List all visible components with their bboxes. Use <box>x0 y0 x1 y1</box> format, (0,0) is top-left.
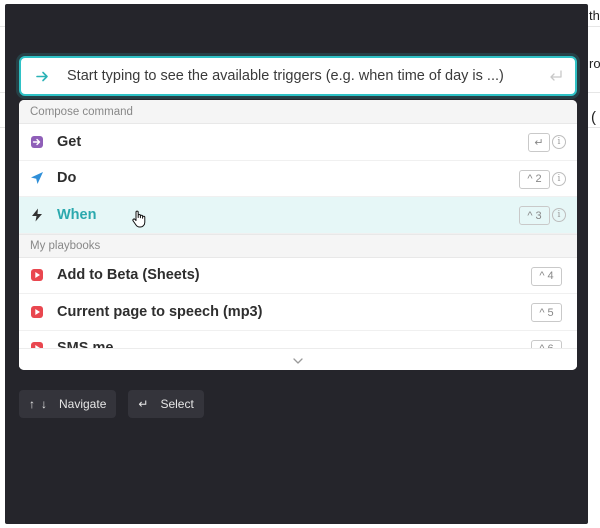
playbook-item-label: Current page to speech (mp3) <box>57 303 263 320</box>
play-icon <box>30 305 44 319</box>
play-icon <box>30 268 44 282</box>
arrow-down-icon: ↓ <box>41 397 47 411</box>
select-hint: ↵ Select <box>128 390 204 418</box>
login-arrow-icon <box>30 135 44 149</box>
info-icon[interactable]: i <box>552 171 566 186</box>
info-icon[interactable]: i <box>552 208 566 222</box>
background-text: ( <box>591 109 596 126</box>
shortcut-badge: ↵ <box>528 133 550 152</box>
select-label: Select <box>160 397 194 411</box>
keyboard-hints: ↑ ↓ Navigate ↵ Select <box>19 390 204 418</box>
command-item-label: When <box>57 206 97 223</box>
playbook-item-label: Add to Beta (Sheets) <box>57 267 200 284</box>
search-placeholder: Start typing to see the available trigge… <box>67 68 504 84</box>
shortcut-badge: ^ 2 <box>519 169 550 189</box>
enter-key-icon <box>549 69 563 83</box>
command-palette-overlay: Start typing to see the available trigge… <box>5 4 588 524</box>
section-header-compose: Compose command <box>19 100 577 124</box>
enter-key-icon: ↵ <box>138 397 149 411</box>
navigation-arrow-icon <box>30 171 44 185</box>
command-item-get[interactable]: Get ↵ i <box>19 124 577 161</box>
playbook-item-add-to-beta[interactable]: Add to Beta (Sheets) ^ 4 <box>19 258 577 294</box>
navigate-label: Navigate <box>59 397 107 411</box>
results-list: Compose command Get ↵ i Do ^ 2 i When ^ … <box>19 100 577 370</box>
chevron-down-icon <box>293 351 303 369</box>
shortcut-badge: ^ 3 <box>519 206 550 225</box>
scroll-more-indicator[interactable] <box>19 348 577 370</box>
playbook-item-current-page-to-speech[interactable]: Current page to speech (mp3) ^ 5 <box>19 294 577 331</box>
command-item-when[interactable]: When ^ 3 i <box>19 197 577 234</box>
command-item-label: Get <box>57 133 82 150</box>
arrow-keys-icon: ↑ ↓ <box>29 397 47 411</box>
navigate-hint: ↑ ↓ Navigate <box>19 390 117 418</box>
background-text: th <box>589 8 600 23</box>
background-text: ro <box>589 56 600 71</box>
hand-cursor-icon <box>131 210 147 228</box>
arrow-up-icon: ↑ <box>29 397 35 411</box>
shortcut-badge: ^ 4 <box>531 266 562 286</box>
search-input[interactable]: Start typing to see the available trigge… <box>19 56 577 96</box>
command-item-label: Do <box>57 170 77 187</box>
shortcut-badge: ^ 5 <box>531 303 562 322</box>
info-icon[interactable]: i <box>552 135 566 149</box>
arrow-right-icon <box>33 67 51 85</box>
section-header-playbooks: My playbooks <box>19 233 577 258</box>
command-palette: Start typing to see the available trigge… <box>19 56 577 370</box>
lightning-bolt-icon <box>30 208 44 222</box>
command-item-do[interactable]: Do ^ 2 i <box>19 161 577 197</box>
